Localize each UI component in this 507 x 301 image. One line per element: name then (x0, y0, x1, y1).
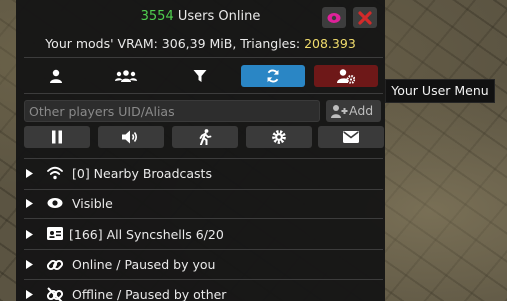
tab-syncshells[interactable] (94, 65, 158, 87)
eye-icon (47, 198, 63, 208)
running-icon (199, 129, 212, 145)
group-label: Online / Paused by you (72, 257, 216, 272)
divider (24, 249, 383, 250)
disconnect-button[interactable] (353, 7, 377, 28)
tab-individual-pairs[interactable] (24, 65, 88, 87)
tab-filter[interactable] (168, 65, 232, 87)
add-pair-button[interactable]: Add (326, 100, 381, 122)
divider (24, 279, 383, 280)
vram-stats: Your mods' VRAM: 306,39 MiB, Triangles: … (16, 36, 385, 51)
uid-alias-input[interactable] (24, 100, 320, 122)
user-menu-button[interactable] (314, 65, 378, 87)
refresh-button[interactable] (241, 65, 305, 87)
group-nearby-broadcasts[interactable]: [0] Nearby Broadcasts (16, 163, 385, 185)
divider (24, 158, 383, 159)
group-all-syncshells[interactable]: [166] All Syncshells 6/20 (16, 224, 385, 246)
unlink-icon (47, 287, 63, 301)
divider (24, 93, 383, 94)
group-label: Visible (72, 196, 113, 211)
pause-icon (52, 130, 62, 144)
caret-right-icon (26, 260, 33, 269)
group-label: Offline / Paused by other (72, 287, 227, 301)
user-icon (50, 69, 62, 83)
volume-icon (122, 130, 138, 144)
settings-button[interactable] (246, 126, 312, 148)
vram-label: Your mods' VRAM: 306,39 MiB, Triangles: (45, 36, 305, 51)
caret-right-icon (26, 290, 33, 299)
link-icon (47, 259, 63, 271)
caret-right-icon (26, 230, 33, 239)
refresh-icon (267, 69, 279, 83)
group-visible[interactable]: Visible (16, 193, 385, 215)
envelope-icon (343, 131, 359, 143)
divider (24, 189, 383, 190)
group-offline-paused-by-other[interactable]: Offline / Paused by other (16, 284, 385, 301)
user-gear-icon (337, 69, 355, 84)
triangles-value: 208.393 (304, 36, 356, 51)
users-online-label: Users Online (177, 9, 261, 24)
wifi-icon (47, 166, 63, 180)
messages-button[interactable] (318, 126, 384, 148)
eye-icon (327, 12, 341, 23)
id-card-icon (47, 227, 63, 240)
group-label: [0] Nearby Broadcasts (72, 166, 212, 181)
group-online-paused-by-you[interactable]: Online / Paused by you (16, 254, 385, 276)
filter-icon (193, 70, 207, 82)
users-online-count: 3554 (140, 9, 174, 24)
caret-right-icon (26, 169, 33, 178)
add-button-label: Add (349, 103, 374, 118)
user-menu-tooltip: Your User Menu (385, 79, 495, 103)
sync-window: 3554 Users Online Your mods' VRAM: 306,3… (16, 0, 385, 301)
user-plus-icon (331, 105, 348, 118)
gear-icon (272, 130, 286, 144)
users-icon (115, 70, 137, 82)
online-status-bar: 3554 Users Online (16, 0, 385, 34)
sound-toggle-button[interactable] (98, 126, 164, 148)
toggle-visibility-button[interactable] (322, 7, 346, 28)
x-icon (358, 10, 372, 25)
divider (24, 218, 383, 219)
pause-all-button[interactable] (24, 126, 90, 148)
animation-toggle-button[interactable] (172, 126, 238, 148)
divider (24, 57, 383, 58)
caret-right-icon (26, 199, 33, 208)
group-label: [166] All Syncshells 6/20 (69, 227, 224, 242)
